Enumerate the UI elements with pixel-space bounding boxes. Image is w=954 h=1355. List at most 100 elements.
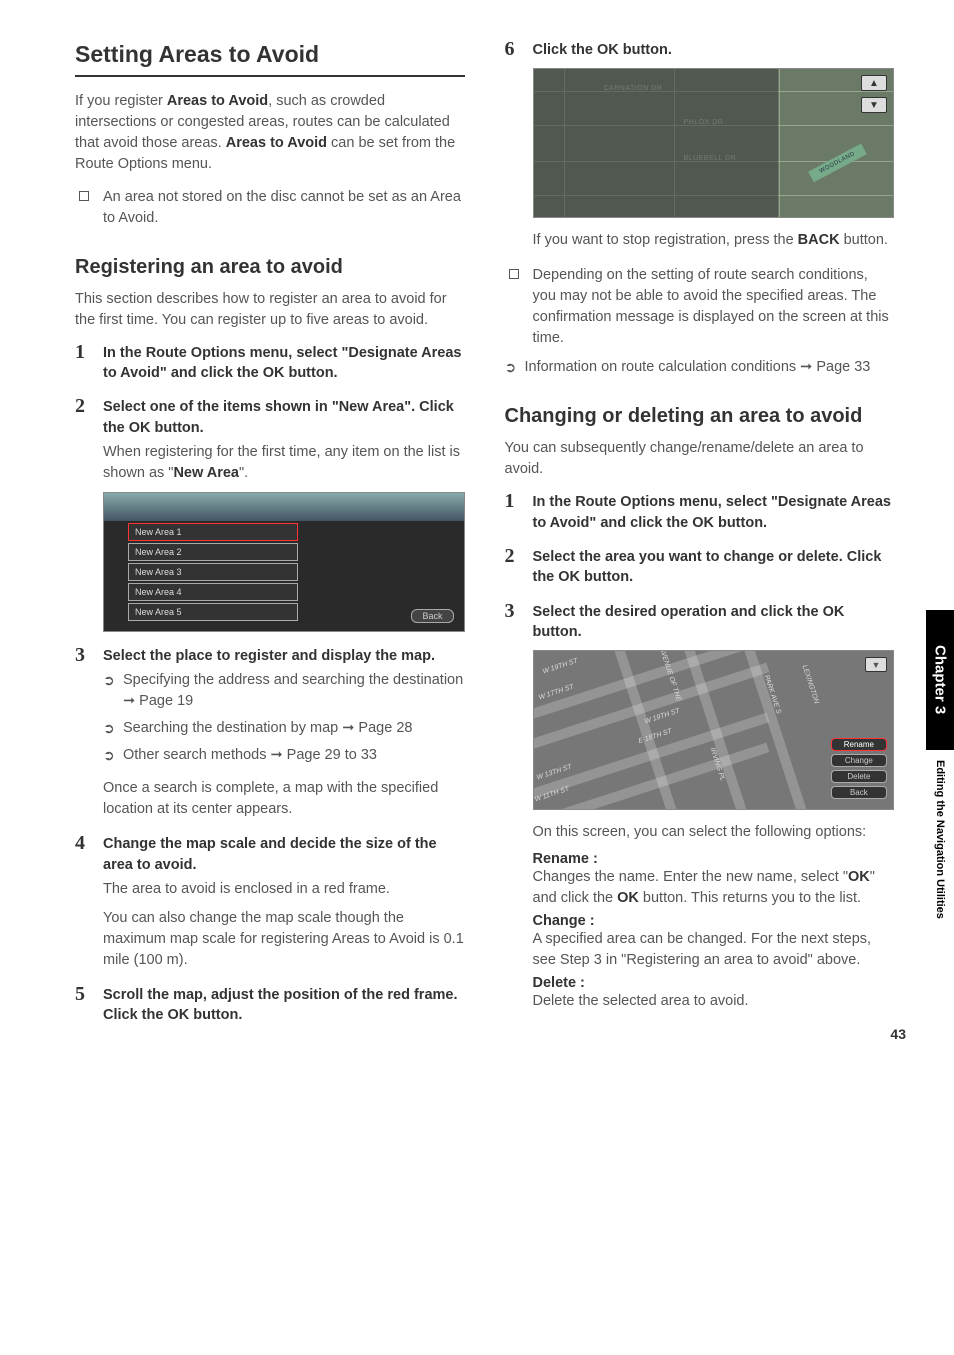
- right-step-2-head: Select the area you want to change or de…: [533, 547, 895, 588]
- ok-label: OK: [617, 890, 639, 906]
- list-item-new-area-3[interactable]: New Area 3: [128, 563, 298, 581]
- map-screenshot-2: W 19TH ST W 17TH ST W 19TH ST E 18TH ST …: [533, 650, 895, 810]
- option-delete-body: Delete the selected area to avoid.: [533, 991, 895, 1012]
- step-text: button.: [284, 365, 337, 381]
- right-step-3-after: On this screen, you can select the follo…: [533, 822, 895, 843]
- scale-down-button[interactable]: ▼: [865, 657, 887, 672]
- step-2: Select one of the items shown in "New Ar…: [75, 397, 465, 632]
- ok-label: OK: [597, 42, 619, 58]
- street-label-diagonal: WOODLAND: [808, 144, 867, 183]
- back-label: BACK: [798, 232, 840, 248]
- ref-item: Information on route calculation conditi…: [505, 357, 895, 378]
- body-text: button.: [840, 232, 888, 248]
- step-6: 6 Click the OK button. CARNATION DR PHLO…: [505, 40, 895, 251]
- intro-bold-1: Areas to Avoid: [167, 93, 268, 109]
- right-step-1: In the Route Options menu, select "Desig…: [505, 492, 895, 533]
- step-text: button.: [714, 515, 767, 531]
- step-6-head: Click the OK button.: [533, 40, 895, 60]
- body-text: When registering for the first time, any…: [103, 444, 460, 481]
- body-text: Changes the name. Enter the new name, se…: [533, 869, 848, 885]
- note-item: An area not stored on the disc cannot be…: [75, 187, 465, 229]
- ref-item: Searching the destination by map ➞ Page …: [103, 718, 465, 739]
- side-tab: Chapter 3 Editing the Navigation Utiliti…: [926, 610, 954, 990]
- page-number: 43: [890, 1026, 906, 1042]
- step-3-body2: Once a search is complete, a map with th…: [103, 778, 465, 820]
- street-text: LEXINGTON: [800, 664, 819, 705]
- back-button[interactable]: Back: [411, 609, 453, 623]
- step-text: button.: [189, 1007, 242, 1023]
- ref-item: Specifying the address and searching the…: [103, 670, 465, 712]
- step-text: button.: [580, 569, 633, 585]
- note-item: Depending on the setting of route search…: [505, 265, 895, 349]
- list-item-new-area-4[interactable]: New Area 4: [128, 583, 298, 601]
- ok-label: OK: [167, 1007, 189, 1023]
- step-2-head: Select one of the items shown in "New Ar…: [103, 397, 465, 438]
- map-screenshot-1: CARNATION DR PHLOX DR BLUEBELL DR WOODLA…: [533, 68, 895, 218]
- note-text: Depending on the setting of route search…: [533, 267, 889, 346]
- changing-intro: You can subsequently change/rename/delet…: [505, 438, 895, 480]
- body-text: ".: [239, 465, 248, 481]
- new-area-bold: New Area: [173, 465, 239, 481]
- list-item-new-area-5[interactable]: New Area 5: [128, 603, 298, 621]
- step-3-head: Select the place to register and display…: [103, 646, 465, 666]
- step-1-head: In the Route Options menu, select "Desig…: [103, 343, 465, 384]
- checkbox-icon: [79, 191, 89, 201]
- intro-bold-2: Areas to Avoid: [226, 135, 327, 151]
- step-4: Change the map scale and decide the size…: [75, 834, 465, 971]
- right-step-1-head: In the Route Options menu, select "Desig…: [533, 492, 895, 533]
- back-button[interactable]: Back: [831, 786, 887, 799]
- intro-paragraph: If you register Areas to Avoid, such as …: [75, 91, 465, 175]
- step-text: button.: [619, 42, 672, 58]
- scale-up-button[interactable]: ▲: [861, 75, 887, 91]
- step-text: Click the: [533, 42, 597, 58]
- note-text: An area not stored on the disc cannot be…: [103, 189, 461, 226]
- registering-intro: This section describes how to register a…: [75, 289, 465, 331]
- step-text: Scroll the map, adjust the position of t…: [103, 987, 458, 1023]
- option-rename-body: Changes the name. Enter the new name, se…: [533, 867, 895, 909]
- ok-label: OK: [848, 869, 870, 885]
- option-change-body: A specified area can be changed. For the…: [533, 929, 895, 971]
- ok-label: OK: [692, 515, 714, 531]
- chapter-tab: Chapter 3: [926, 610, 954, 750]
- option-delete-label: Delete :: [533, 975, 895, 991]
- ok-label: OK: [263, 365, 285, 381]
- step-4-body2: You can also change the map scale though…: [103, 908, 465, 971]
- ok-label: OK: [129, 420, 151, 436]
- step-5: Scroll the map, adjust the position of t…: [75, 985, 465, 1026]
- step-5-head: Scroll the map, adjust the position of t…: [103, 985, 465, 1026]
- heading-registering: Registering an area to avoid: [75, 255, 465, 279]
- step-6-after: If you want to stop registration, press …: [533, 230, 895, 251]
- section-tab: Editing the Navigation Utilities: [926, 750, 954, 990]
- ref-item: Other search methods ➞ Page 29 to 33: [103, 745, 465, 766]
- ok-label: OK: [823, 604, 845, 620]
- step-text: Select the desired operation and click t…: [533, 604, 823, 620]
- option-change-label: Change :: [533, 913, 895, 929]
- body-text: button. This returns you to the list.: [639, 890, 861, 906]
- change-button[interactable]: Change: [831, 754, 887, 767]
- delete-button[interactable]: Delete: [831, 770, 887, 783]
- option-rename-label: Rename :: [533, 851, 895, 867]
- step-6-number: 6: [505, 38, 515, 61]
- intro-text-a: If you register: [75, 93, 167, 109]
- ok-label: OK: [558, 569, 580, 585]
- step-1: In the Route Options menu, select "Desig…: [75, 343, 465, 384]
- new-area-list-screenshot: New Area 1 New Area 2 New Area 3 New Are…: [103, 492, 465, 632]
- step-text: button.: [151, 420, 204, 436]
- step-4-head: Change the map scale and decide the size…: [103, 834, 465, 875]
- right-step-3-head: Select the desired operation and click t…: [533, 602, 895, 643]
- step-2-body: When registering for the first time, any…: [103, 442, 465, 484]
- right-step-2: Select the area you want to change or de…: [505, 547, 895, 588]
- list-item-new-area-1[interactable]: New Area 1: [128, 523, 298, 541]
- step-text: button.: [533, 624, 582, 640]
- step-4-body: The area to avoid is enclosed in a red f…: [103, 879, 465, 900]
- list-item-new-area-2[interactable]: New Area 2: [128, 543, 298, 561]
- body-text: If you want to stop registration, press …: [533, 232, 798, 248]
- right-step-3: Select the desired operation and click t…: [505, 602, 895, 1013]
- checkbox-icon: [509, 269, 519, 279]
- step-3: Select the place to register and display…: [75, 646, 465, 820]
- rename-button[interactable]: Rename: [831, 738, 887, 751]
- scale-down-button[interactable]: ▼: [861, 97, 887, 113]
- heading-setting-areas: Setting Areas to Avoid: [75, 40, 465, 77]
- heading-changing: Changing or deleting an area to avoid: [505, 404, 895, 428]
- street-text: W 19TH ST: [541, 658, 578, 676]
